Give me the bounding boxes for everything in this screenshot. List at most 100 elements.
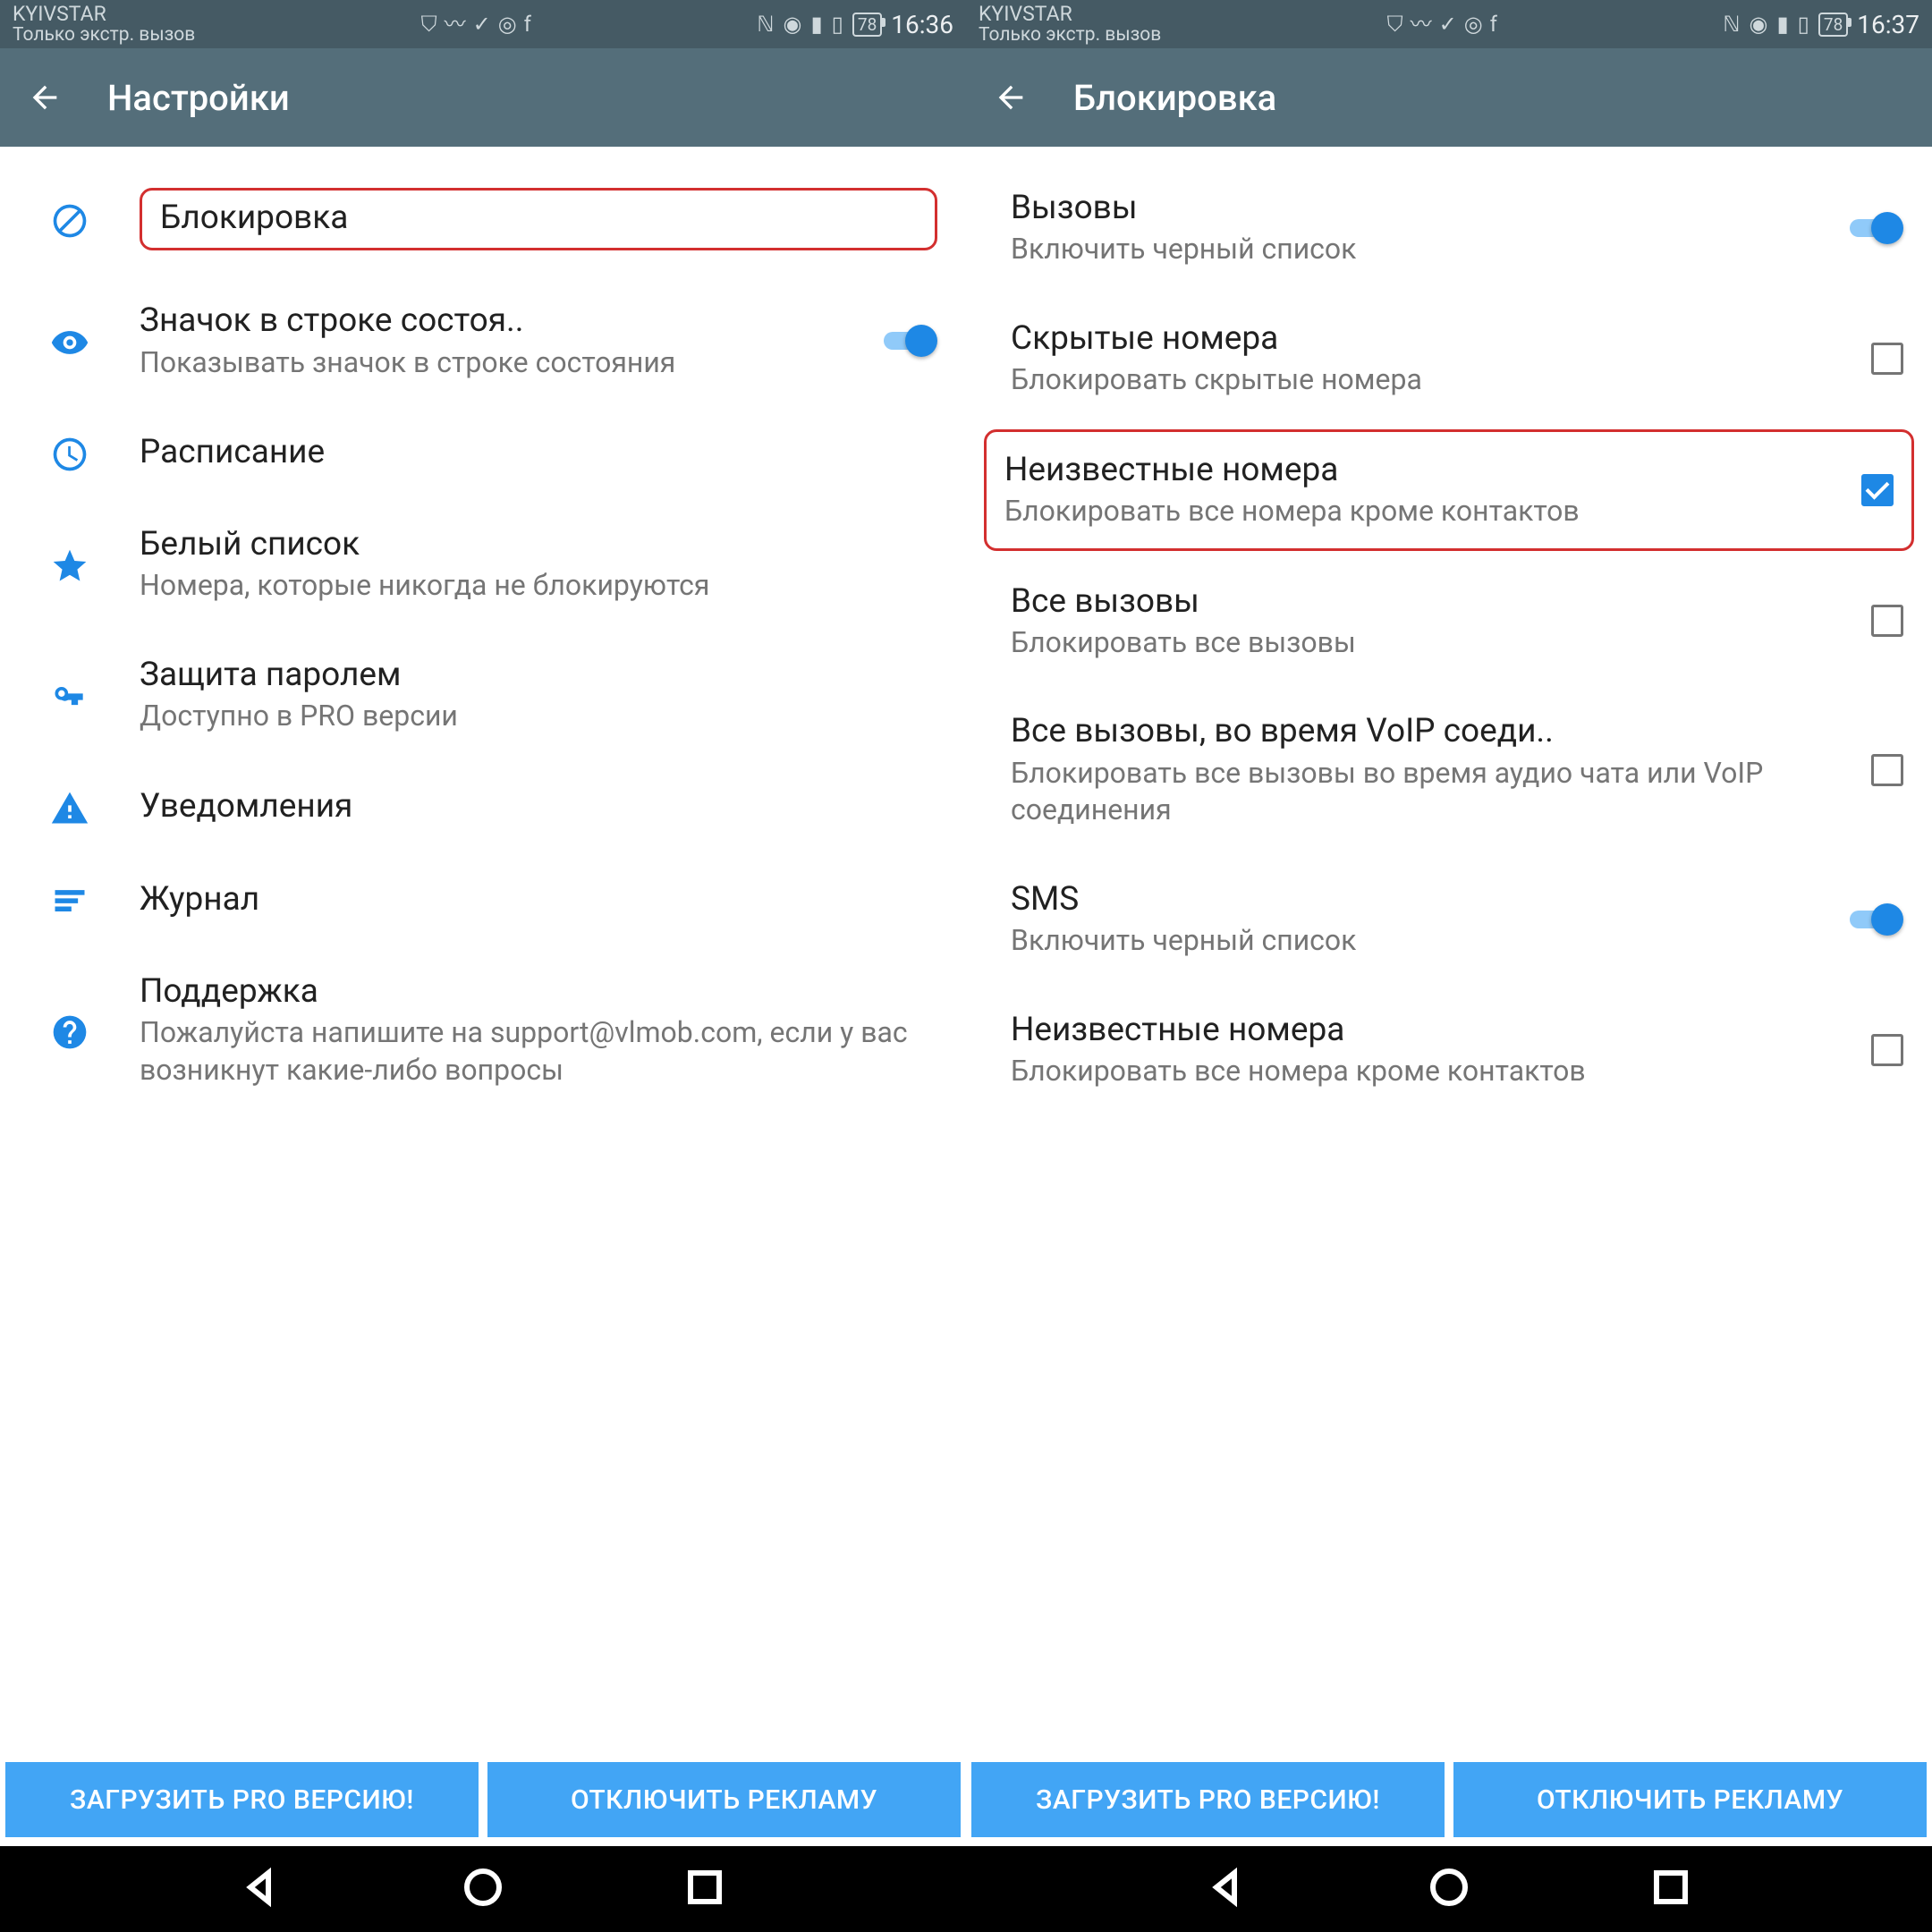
item-title: Блокировка xyxy=(160,199,348,237)
screen-blocking: KYIVSTAR Только экстр. вызов ⛉ 〰 ✓ ◎ f ℕ… xyxy=(966,0,1932,1846)
app-bar: Настройки xyxy=(0,48,966,147)
blocking-item-unknown[interactable]: Неизвестные номера Блокировать все номер… xyxy=(984,429,1914,551)
item-sub: Включить черный список xyxy=(1011,231,1807,268)
blocking-item-calls[interactable]: Вызовы Включить черный список xyxy=(966,163,1932,293)
back-button[interactable] xyxy=(25,78,64,117)
settings-item-whitelist[interactable]: Белый список Номера, которые никогда не … xyxy=(0,499,966,630)
wifi-icon: ◉ xyxy=(1750,13,1768,35)
pro-button[interactable]: ЗАГРУЗИТЬ PRO ВЕРСИЮ! xyxy=(971,1762,1445,1837)
carrier-sub: Только экстр. вызов xyxy=(979,25,1161,46)
facebook-icon: f xyxy=(1490,13,1497,35)
item-sub: Включить черный список xyxy=(1011,922,1807,960)
checkbox[interactable] xyxy=(1861,474,1894,506)
chrome-icon: ◎ xyxy=(1464,13,1483,35)
carrier-sub: Только экстр. вызов xyxy=(13,25,195,46)
block-icon xyxy=(25,198,114,241)
system-nav-bar xyxy=(0,1846,1932,1932)
toggle-switch[interactable] xyxy=(1846,903,1903,936)
settings-item-schedule[interactable]: Расписание xyxy=(0,406,966,499)
battery-icon: 78 xyxy=(1818,13,1848,37)
disable-ads-button[interactable]: ОТКЛЮЧИТЬ РЕКЛАМУ xyxy=(1453,1762,1927,1837)
facebook-icon: f xyxy=(524,13,531,35)
nav-back-button[interactable] xyxy=(240,1866,283,1912)
item-title: Уведомления xyxy=(140,786,937,827)
carrier-label: KYIVSTAR xyxy=(13,3,195,25)
signal-icon: ▮ xyxy=(810,13,822,35)
item-sub: Пожалуйста напишите на support@vlmob.com… xyxy=(140,1014,937,1089)
blocking-item-sms[interactable]: SMS Включить черный список xyxy=(966,854,1932,985)
item-sub: Номера, которые никогда не блокируются xyxy=(140,567,937,605)
signal2-icon: ▯ xyxy=(1798,13,1809,35)
pro-button[interactable]: ЗАГРУЗИТЬ PRO ВЕРСИЮ! xyxy=(5,1762,479,1837)
chart-icon: 〰 xyxy=(1411,13,1432,35)
help-icon xyxy=(25,1009,114,1052)
check-icon: ✓ xyxy=(473,13,491,35)
toggle-switch[interactable] xyxy=(1846,212,1903,244)
shield-icon: ⛉ xyxy=(1387,13,1403,35)
settings-item-support[interactable]: Поддержка Пожалуйста напишите на support… xyxy=(0,946,966,1114)
item-title: Журнал xyxy=(140,879,937,920)
item-sub: Блокировать все номера кроме контактов xyxy=(1004,493,1797,530)
item-title: Неизвестные номера xyxy=(1004,450,1797,491)
shield-icon: ⛉ xyxy=(421,13,437,35)
appbar-title: Настройки xyxy=(107,77,290,119)
item-title: Значок в строке состоя.. xyxy=(140,301,841,342)
status-icons: ⛉ 〰 ✓ ◎ f xyxy=(1387,13,1497,35)
clock-icon xyxy=(25,431,114,474)
back-button[interactable] xyxy=(991,78,1030,117)
checkbox[interactable] xyxy=(1871,1034,1903,1066)
item-sub: Блокировать все вызовы во время аудио ча… xyxy=(1011,755,1807,829)
clock-label: 16:37 xyxy=(1857,10,1919,39)
item-sub: Блокировать скрытые номера xyxy=(1011,361,1807,399)
list-icon xyxy=(25,878,114,921)
nav-home-button[interactable] xyxy=(1428,1866,1470,1912)
nav-back-button[interactable] xyxy=(1206,1866,1249,1912)
item-title: Вызовы xyxy=(1011,188,1807,229)
item-title: SMS xyxy=(1011,879,1807,920)
key-icon xyxy=(25,674,114,716)
carrier-label: KYIVSTAR xyxy=(979,3,1161,25)
nav-recent-button[interactable] xyxy=(683,1866,726,1912)
item-title: Расписание xyxy=(140,432,937,473)
checkbox[interactable] xyxy=(1871,343,1903,375)
status-icons: ⛉ 〰 ✓ ◎ f xyxy=(421,13,531,35)
toggle-switch[interactable] xyxy=(880,325,937,357)
blocking-item-hidden[interactable]: Скрытые номера Блокировать скрытые номер… xyxy=(966,293,1932,424)
screen-settings: KYIVSTAR Только экстр. вызов ⛉ 〰 ✓ ◎ f ℕ… xyxy=(0,0,966,1846)
settings-item-password[interactable]: Защита паролем Доступно в PRO версии xyxy=(0,630,966,760)
item-title: Поддержка xyxy=(140,971,937,1013)
item-title: Скрытые номера xyxy=(1011,318,1807,360)
blocking-item-allcalls[interactable]: Все вызовы Блокировать все вызовы xyxy=(966,556,1932,687)
item-sub: Блокировать все номера кроме контактов xyxy=(1011,1053,1807,1090)
item-sub: Блокировать все вызовы xyxy=(1011,624,1807,662)
blocking-item-voip[interactable]: Все вызовы, во время VoIP соеди.. Блокир… xyxy=(966,686,1932,853)
item-title: Белый список xyxy=(140,524,937,565)
chrome-icon: ◎ xyxy=(498,13,517,35)
eye-icon xyxy=(25,319,114,362)
settings-item-notifications[interactable]: Уведомления xyxy=(0,760,966,853)
status-bar: KYIVSTAR Только экстр. вызов ⛉ 〰 ✓ ◎ f ℕ… xyxy=(0,0,966,48)
settings-item-statusbar-icon[interactable]: Значок в строке состоя.. Показывать знач… xyxy=(0,275,966,406)
checkbox[interactable] xyxy=(1871,754,1903,786)
nav-recent-button[interactable] xyxy=(1649,1866,1692,1912)
promo-bar: ЗАГРУЗИТЬ PRO ВЕРСИЮ! ОТКЛЮЧИТЬ РЕКЛАМУ xyxy=(0,1757,966,1846)
settings-item-log[interactable]: Журнал xyxy=(0,853,966,946)
disable-ads-button[interactable]: ОТКЛЮЧИТЬ РЕКЛАМУ xyxy=(487,1762,961,1837)
item-sub: Доступно в PRO версии xyxy=(140,698,937,735)
appbar-title: Блокировка xyxy=(1073,77,1276,119)
promo-bar: ЗАГРУЗИТЬ PRO ВЕРСИЮ! ОТКЛЮЧИТЬ РЕКЛАМУ xyxy=(966,1757,1932,1846)
checkbox[interactable] xyxy=(1871,605,1903,637)
nav-home-button[interactable] xyxy=(462,1866,504,1912)
blocking-item-unknown2[interactable]: Неизвестные номера Блокировать все номер… xyxy=(966,985,1932,1115)
settings-list: Блокировка Значок в строке состоя.. Пока… xyxy=(0,147,966,1757)
status-bar: KYIVSTAR Только экстр. вызов ⛉ 〰 ✓ ◎ f ℕ… xyxy=(966,0,1932,48)
clock-label: 16:36 xyxy=(891,10,953,39)
blocking-list: Вызовы Включить черный список Скрытые но… xyxy=(966,147,1932,1757)
signal-icon: ▮ xyxy=(1776,13,1788,35)
item-title: Все вызовы xyxy=(1011,581,1807,623)
nfc-icon: ℕ xyxy=(757,13,774,35)
wifi-icon: ◉ xyxy=(784,13,802,35)
check-icon: ✓ xyxy=(1439,13,1457,35)
chart-icon: 〰 xyxy=(445,13,466,35)
settings-item-blocking[interactable]: Блокировка xyxy=(0,163,966,275)
